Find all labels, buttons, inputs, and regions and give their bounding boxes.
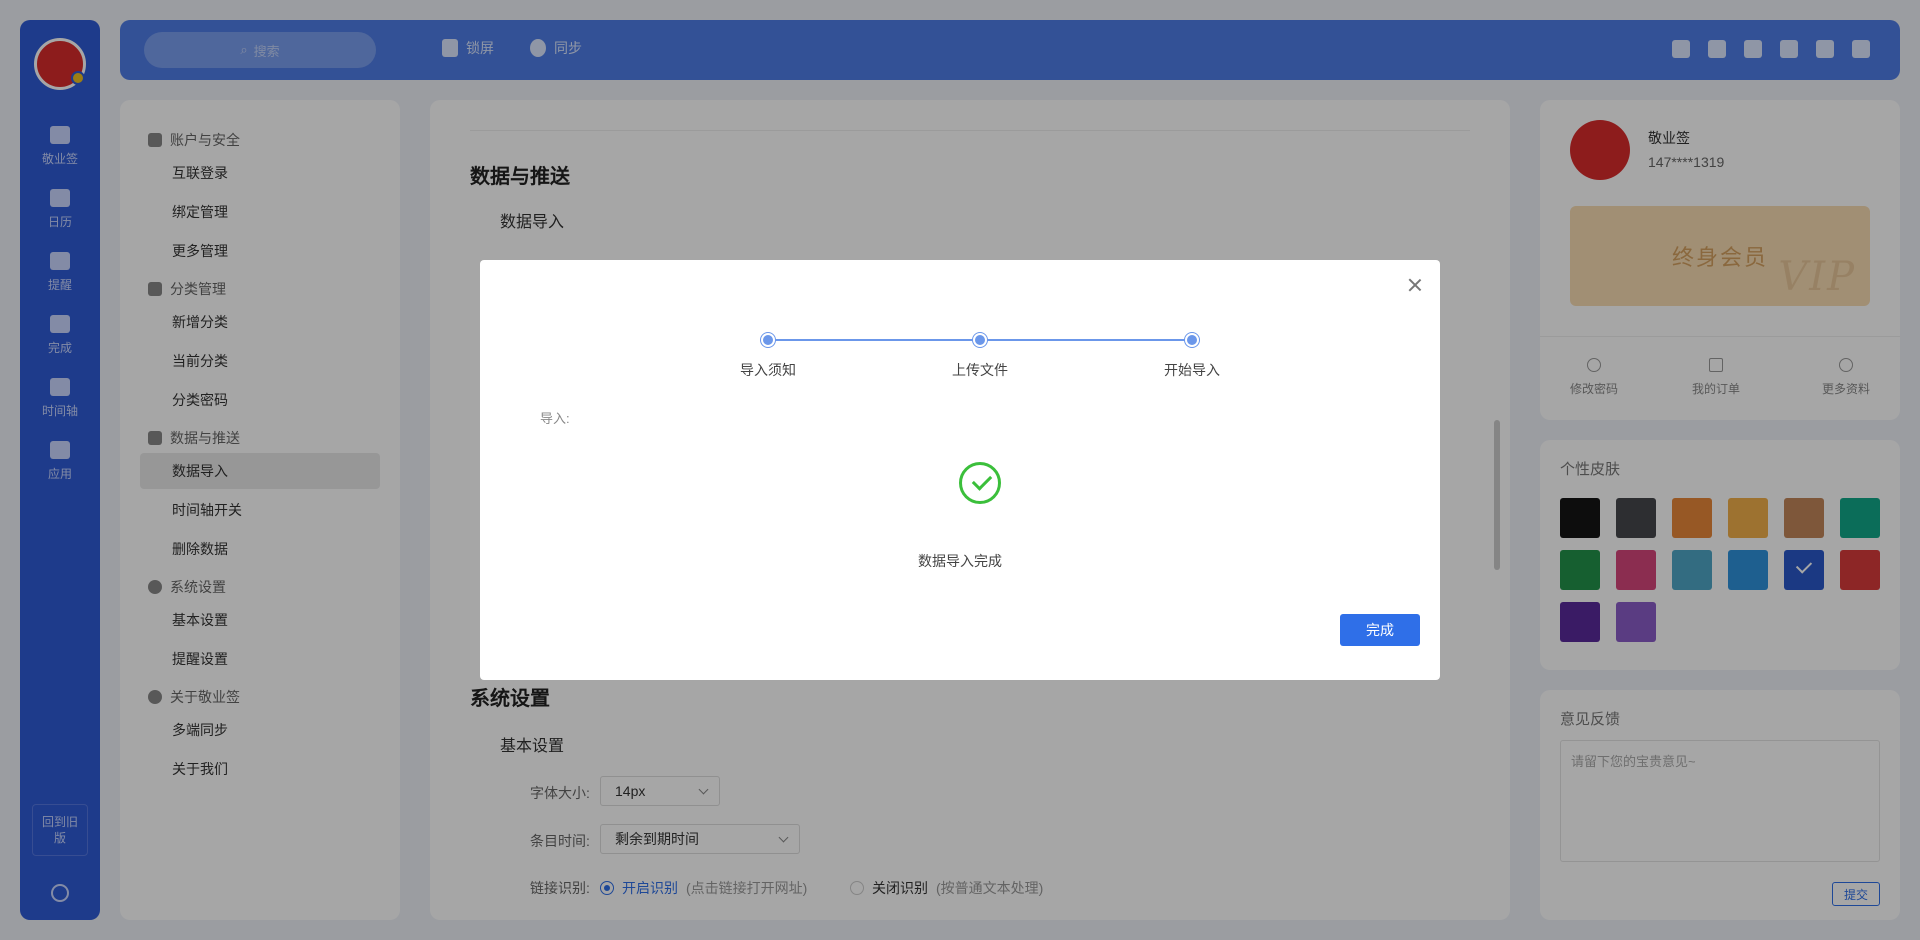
- close-icon[interactable]: [1408, 278, 1422, 292]
- step-label-3: 开始导入: [1164, 362, 1220, 378]
- import-label: 导入:: [540, 411, 570, 426]
- done-button[interactable]: 完成: [1340, 614, 1420, 646]
- success-check-icon: [959, 462, 1001, 504]
- step-dot-3: [1185, 333, 1199, 347]
- import-modal: 导入须知 上传文件 开始导入 导入: 数据导入完成 完成: [480, 260, 1440, 680]
- step-dot-2: [973, 333, 987, 347]
- import-success-text: 数据导入完成: [918, 553, 1002, 569]
- step-label-1: 导入须知: [740, 362, 796, 378]
- step-label-2: 上传文件: [952, 362, 1008, 378]
- step-dot-1: [761, 333, 775, 347]
